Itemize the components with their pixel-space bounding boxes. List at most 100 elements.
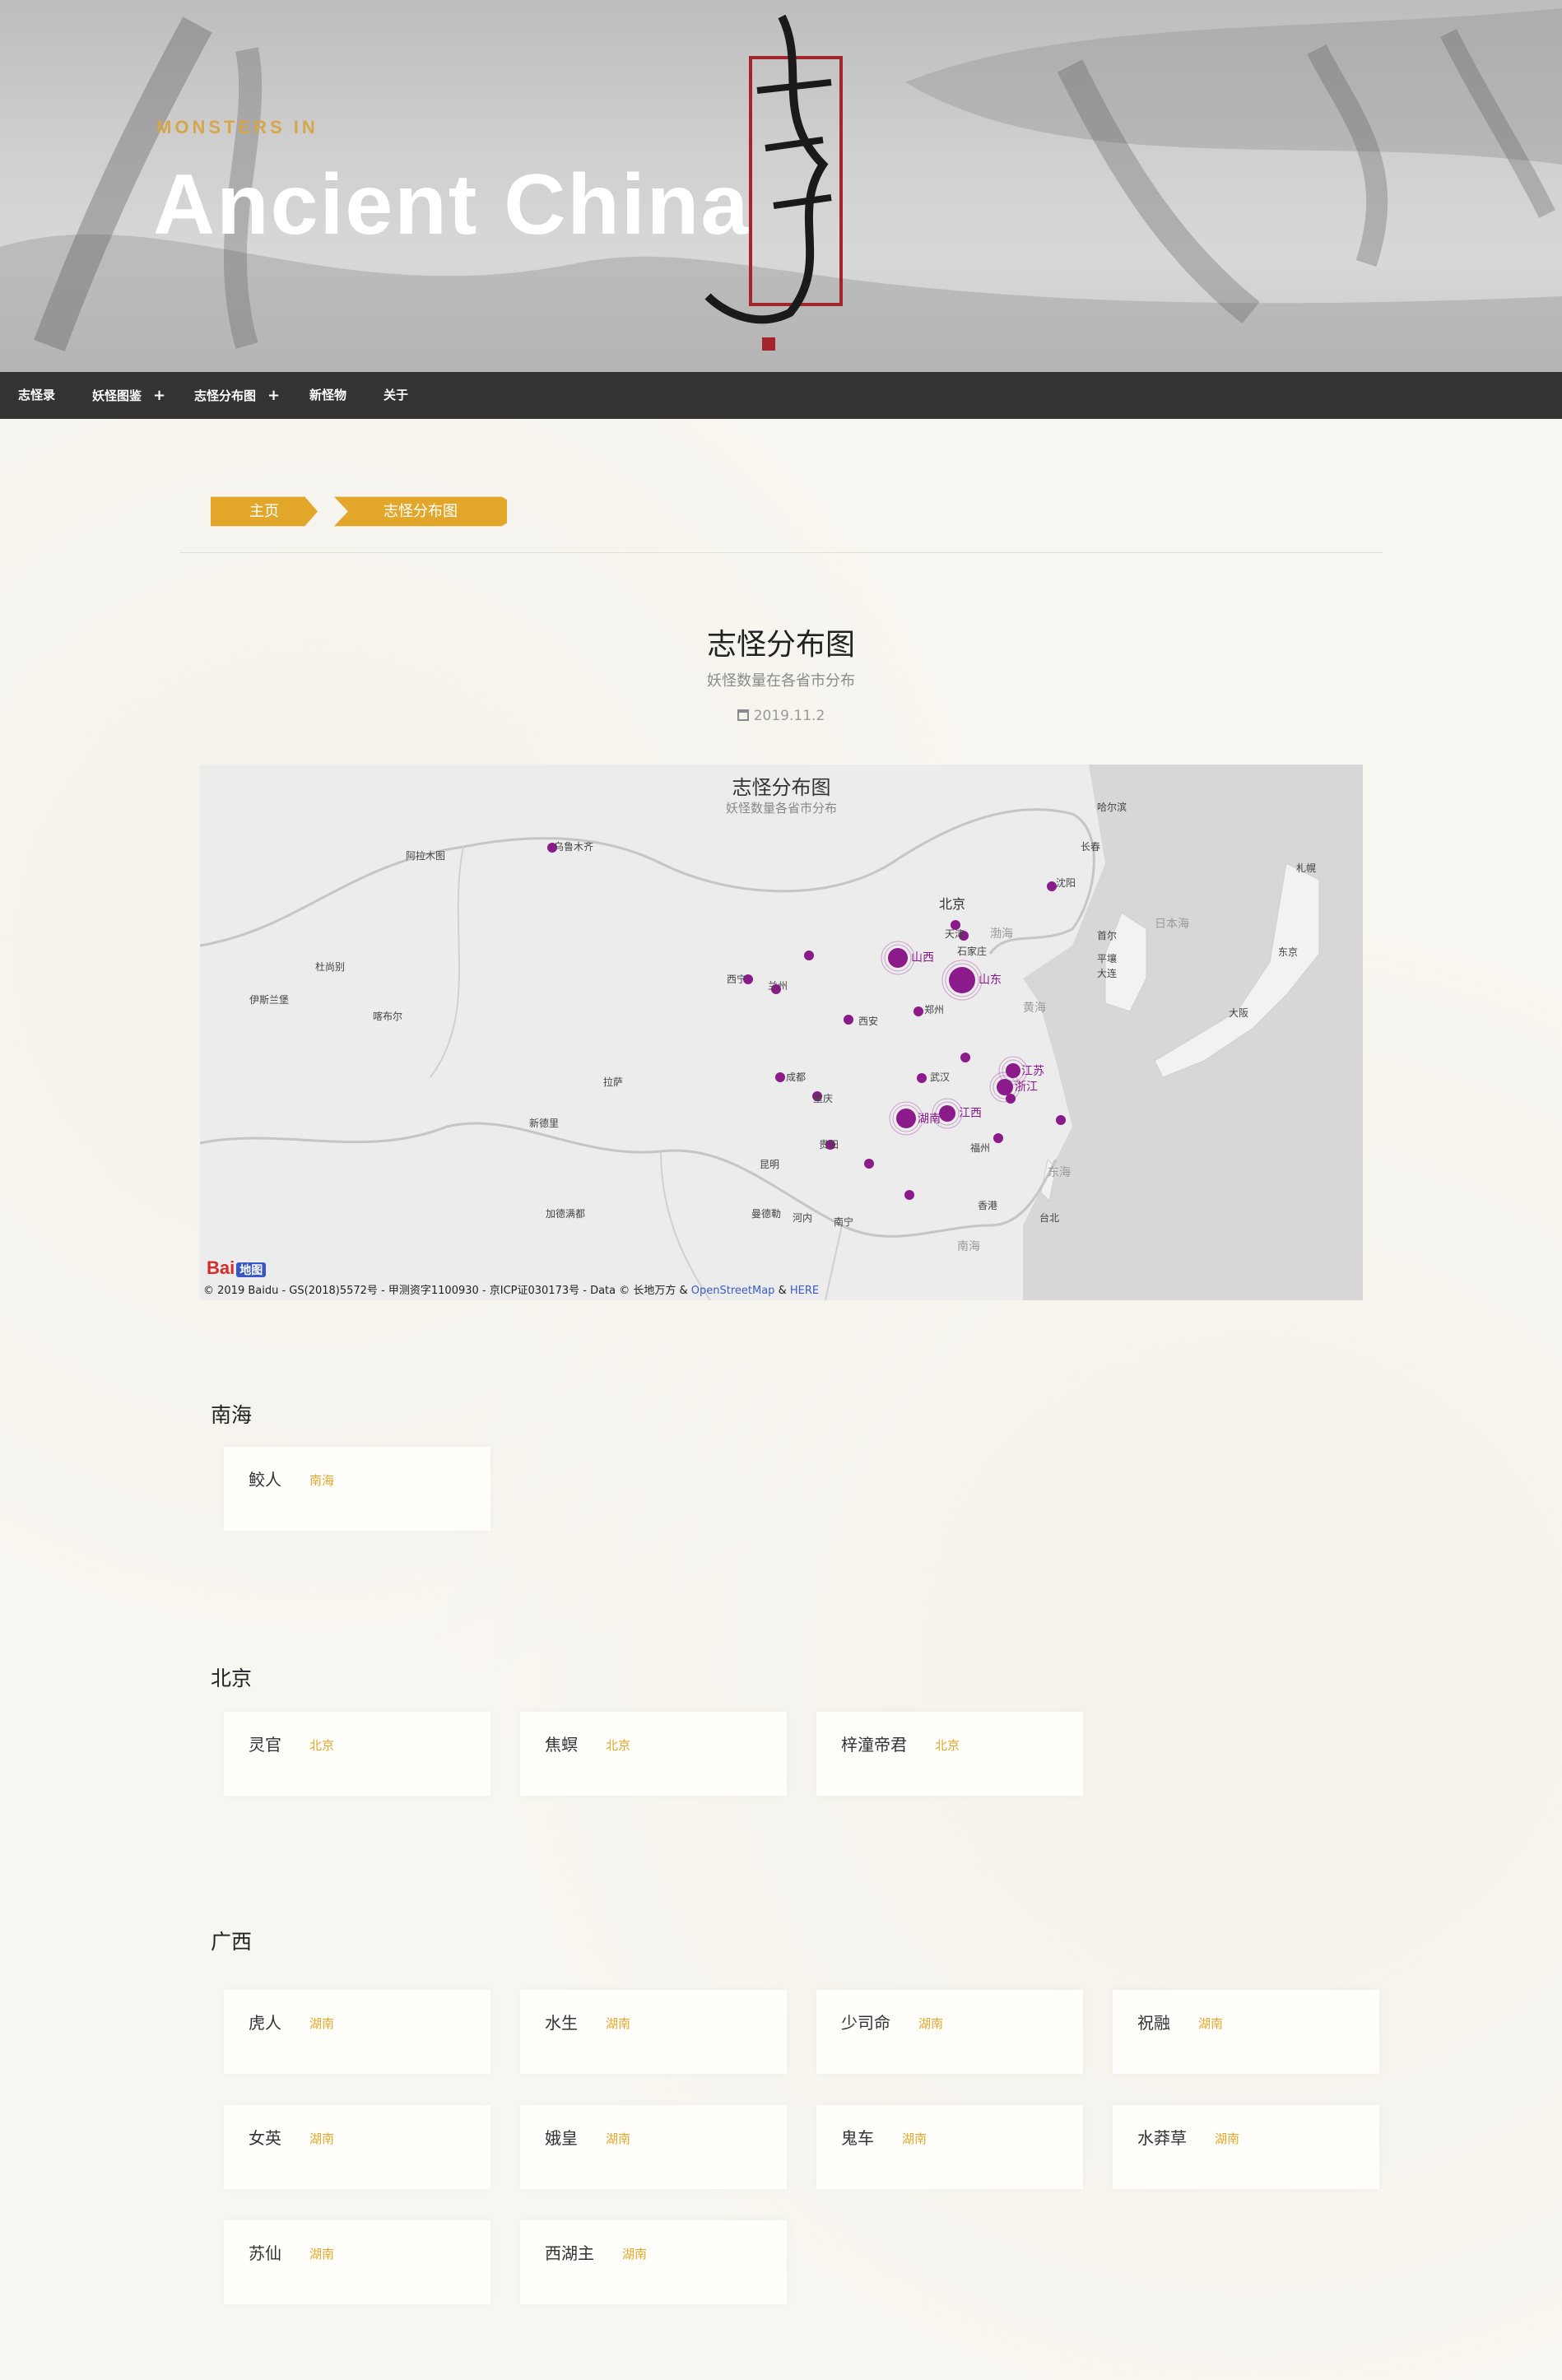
monster-name: 虎人 [249, 2013, 281, 2033]
map-city-label: 石家庄 [957, 945, 987, 957]
map-dot[interactable] [1056, 1115, 1066, 1125]
map-city-label: 拉萨 [603, 1076, 623, 1088]
monster-name: 西湖主 [545, 2243, 594, 2263]
map-dot[interactable] [960, 1053, 970, 1062]
monster-card[interactable]: 鬼车 湖南 [816, 2105, 1083, 2189]
map-dot-highlight[interactable] [896, 1109, 916, 1128]
map-title: 志怪分布图 [732, 776, 831, 799]
map-dot-highlight[interactable] [888, 948, 908, 968]
map-city-label: 西安 [858, 1015, 878, 1027]
map-dot[interactable] [804, 951, 814, 960]
hero-subtitle: MONSTERS IN [156, 117, 318, 137]
post-date: 2019.11.2 [0, 708, 1562, 724]
map-dot[interactable] [917, 1073, 927, 1083]
map-city-label: 天津 [945, 928, 965, 940]
map-dot[interactable] [775, 1072, 785, 1082]
monster-card[interactable]: 虎人 湖南 [224, 1990, 490, 2074]
map-highlight-label: 山西 [911, 951, 934, 965]
map-city-label: 黄海 [1023, 1001, 1046, 1015]
plus-icon: + [153, 387, 166, 404]
monster-place: 湖南 [606, 2016, 631, 2031]
monster-card[interactable]: 水莽草 湖南 [1113, 2105, 1379, 2189]
openstreetmap-link[interactable]: OpenStreetMap [691, 1285, 775, 1297]
breadcrumb-home[interactable]: 主页 [211, 496, 318, 527]
map-city-label: 西宁 [727, 973, 746, 985]
hero-title: Ancient China [153, 157, 751, 253]
map-city-label: 贵阳 [819, 1139, 839, 1150]
map-dot[interactable] [913, 1006, 923, 1016]
monster-name: 焦螟 [545, 1735, 578, 1755]
map-city-label: 南宁 [834, 1216, 853, 1228]
map-city-label: 武汉 [930, 1071, 950, 1083]
map-city-label: 北京 [939, 896, 965, 912]
monster-place: 湖南 [309, 2016, 335, 2031]
map-dot-highlight[interactable] [997, 1079, 1013, 1095]
map-city-label: 曼德勒 [751, 1207, 781, 1220]
monster-card[interactable]: 娥皇 湖南 [520, 2105, 787, 2189]
monster-place: 北京 [606, 1738, 631, 1753]
monster-place: 湖南 [309, 2247, 335, 2261]
map-dot[interactable] [844, 1015, 853, 1025]
map-city-label: 河内 [793, 1212, 812, 1224]
map-city-label: 长春 [1081, 841, 1100, 853]
monster-card[interactable]: 祝融 湖南 [1113, 1990, 1379, 2074]
map-city-label: 南海 [957, 1240, 980, 1253]
monster-place: 湖南 [309, 2131, 335, 2146]
nav-item-distribution-map[interactable]: 志怪分布图 + [194, 372, 280, 419]
map-dot[interactable] [904, 1190, 914, 1200]
page-subtitle: 妖怪数量在各省市分布 [707, 672, 855, 690]
map-city-label: 大阪 [1229, 1007, 1248, 1019]
monster-name: 女英 [249, 2128, 281, 2148]
map-highlight-label: 江西 [959, 1107, 982, 1120]
monster-card[interactable]: 焦螟 北京 [520, 1712, 787, 1796]
map-dot[interactable] [993, 1133, 1003, 1143]
monster-place: 湖南 [902, 2131, 927, 2146]
monster-card[interactable]: 女英 湖南 [224, 2105, 490, 2189]
map-dot[interactable] [1006, 1094, 1016, 1104]
monster-name: 梓潼帝君 [841, 1735, 907, 1755]
monster-card[interactable]: 灵官 北京 [224, 1712, 490, 1796]
map-city-label: 大连 [1097, 967, 1117, 979]
monster-place: 南海 [309, 1473, 335, 1488]
map-city-label: 东海 [1048, 1166, 1071, 1179]
monster-card[interactable]: 梓潼帝君 北京 [816, 1712, 1083, 1796]
monster-place: 湖南 [622, 2247, 648, 2261]
map-city-label: 平壤 [1097, 952, 1117, 965]
map-highlight-label: 山东 [979, 974, 1002, 987]
map-city-label: 日本海 [1155, 918, 1189, 931]
breadcrumb-current: 志怪分布图 [334, 496, 507, 527]
baidu-logo[interactable]: Bai 地图 [207, 1257, 267, 1279]
map-highlight-label: 浙江 [1015, 1081, 1038, 1094]
map-city-label: 阿拉木图 [406, 849, 445, 862]
here-link[interactable]: HERE [790, 1285, 819, 1297]
monster-place: 北京 [935, 1738, 960, 1753]
map-city-label: 札幌 [1296, 862, 1316, 874]
map-city-label: 乌鲁木齐 [554, 840, 593, 853]
monster-card[interactable]: 少司命 湖南 [816, 1990, 1083, 2074]
map-city-label: 加德满都 [546, 1207, 585, 1220]
monster-place: 北京 [309, 1738, 335, 1753]
monster-place: 湖南 [918, 2016, 944, 2031]
monster-card[interactable]: 鲛人 南海 [224, 1447, 490, 1531]
nav-item-zhiguailu[interactable]: 志怪录 [18, 372, 55, 419]
map-dot-highlight[interactable] [949, 967, 975, 993]
map-highlight-label: 江苏 [1021, 1065, 1044, 1078]
monster-card[interactable]: 西湖主 湖南 [520, 2220, 787, 2304]
distribution-map[interactable]: 山西 山东 江苏 浙江 湖南 江西 北京 天津 石家庄 西宁 兰州 西安 郑州 成都 重庆 武汉 贵阳 南宁 福州台… [200, 765, 1363, 1300]
monster-name: 水生 [545, 2013, 578, 2033]
map-dot-highlight[interactable] [939, 1105, 955, 1122]
map-dot[interactable] [864, 1159, 874, 1169]
map-city-label: 郑州 [924, 1003, 944, 1016]
main-nav: 志怪录 妖怪图鉴 + 志怪分布图 + 新怪物 关于 [0, 372, 1562, 419]
nav-label: 志怪分布图 [194, 388, 257, 403]
map-city-label: 喀布尔 [373, 1010, 402, 1022]
nav-item-yaoguai-tujian[interactable]: 妖怪图鉴 + [92, 372, 165, 419]
monster-card[interactable]: 水生 湖南 [520, 1990, 787, 2074]
nav-item-new-monsters[interactable]: 新怪物 [309, 372, 346, 419]
map-city-label: 东京 [1278, 946, 1298, 958]
map-canvas: 山西山东江苏浙江湖南 江西 北京天津石家庄西宁兰州西安 郑州成都重庆 武汉贵阳南宁 福州台… [200, 765, 1363, 1300]
monster-card[interactable]: 苏仙 湖南 [224, 2220, 490, 2304]
monster-place: 湖南 [1215, 2131, 1240, 2146]
monster-place: 湖南 [1198, 2016, 1224, 2031]
nav-item-about[interactable]: 关于 [384, 372, 408, 419]
